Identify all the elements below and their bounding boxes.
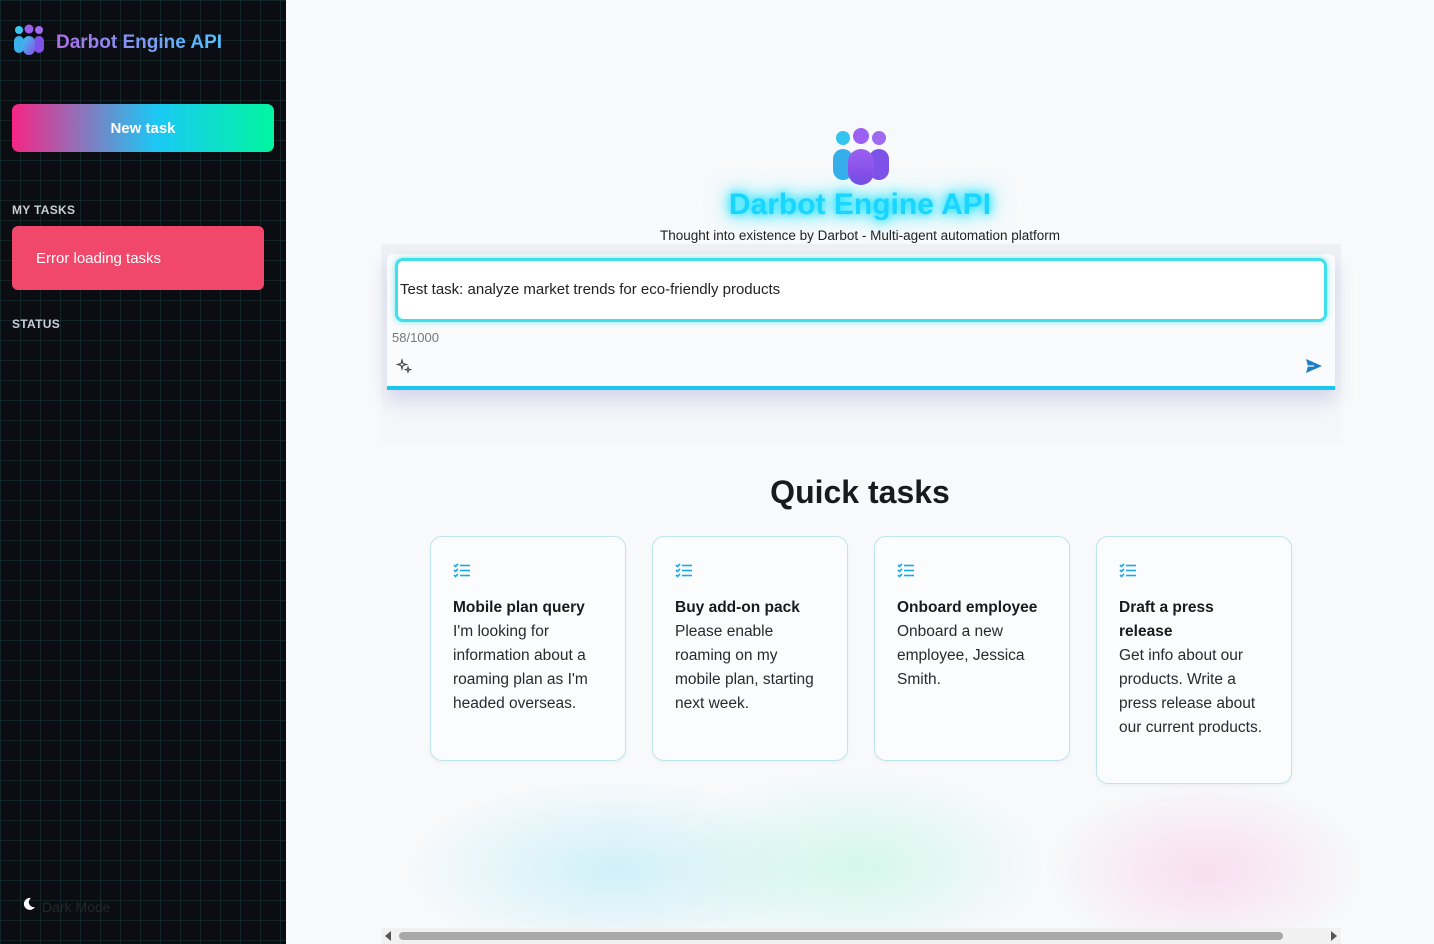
task-input[interactable]: Test task: analyze market trends for eco… <box>395 258 1327 322</box>
brand[interactable]: Darbot Engine API <box>12 24 222 61</box>
dark-mode-toggle[interactable]: Dark Mode <box>22 897 110 916</box>
sparkle-icon[interactable] <box>395 357 413 379</box>
checklist-icon <box>1119 563 1137 583</box>
people-group-icon <box>831 128 891 191</box>
send-icon[interactable] <box>1305 358 1323 379</box>
checklist-icon <box>897 563 915 583</box>
horizontal-scrollbar[interactable] <box>381 928 1341 944</box>
checklist-icon <box>453 563 471 583</box>
card-title: Buy add-on pack <box>675 599 800 616</box>
new-task-button[interactable]: New task <box>12 104 274 152</box>
checklist-icon <box>675 563 693 583</box>
card-title: Draft a press release <box>1119 599 1214 640</box>
quick-tasks-heading: Quick tasks <box>770 474 950 510</box>
status-heading: STATUS <box>12 317 61 331</box>
background-glow <box>1046 780 1366 944</box>
main-content: Darbot Engine API Thought into existence… <box>286 0 1434 944</box>
background-glow <box>666 770 1046 944</box>
scroll-left-icon[interactable] <box>385 931 391 941</box>
brand-name: Darbot Engine API <box>56 31 223 53</box>
hero-subtitle: Thought into existence by Darbot - Multi… <box>660 228 1060 243</box>
task-input-card: Test task: analyze market trends for eco… <box>387 254 1335 390</box>
sidebar: Darbot Engine API New task MY TASKS Erro… <box>0 0 286 944</box>
scroll-right-icon[interactable] <box>1331 931 1337 941</box>
quick-task-card[interactable]: Draft a press release Get info about our… <box>1096 536 1292 784</box>
quick-task-card[interactable]: Mobile plan query I'm looking for inform… <box>430 536 626 761</box>
error-message: Error loading tasks <box>12 226 264 290</box>
card-description: Onboard a new employee, Jessica Smith. <box>897 623 1025 688</box>
scrollbar-thumb[interactable] <box>399 932 1283 940</box>
card-title: Mobile plan query <box>453 599 585 616</box>
quick-task-card[interactable]: Buy add-on pack Please enable roaming on… <box>652 536 848 761</box>
card-description: Get info about our products. Write a pre… <box>1119 647 1263 736</box>
error-message-text: Error loading tasks <box>36 249 162 267</box>
people-group-icon <box>12 24 46 61</box>
my-tasks-heading: MY TASKS <box>12 203 76 217</box>
card-description: Please enable roaming on my mobile plan,… <box>675 623 814 712</box>
dark-mode-label: Dark Mode <box>42 898 111 915</box>
card-description: I'm looking for information about a roam… <box>453 623 588 712</box>
card-title: Onboard employee <box>897 599 1038 616</box>
quick-task-card[interactable]: Onboard employee Onboard a new employee,… <box>874 536 1070 761</box>
moon-icon <box>22 897 36 916</box>
hero-title: Darbot Engine API <box>728 188 992 221</box>
char-count: 58/1000 <box>392 330 439 345</box>
